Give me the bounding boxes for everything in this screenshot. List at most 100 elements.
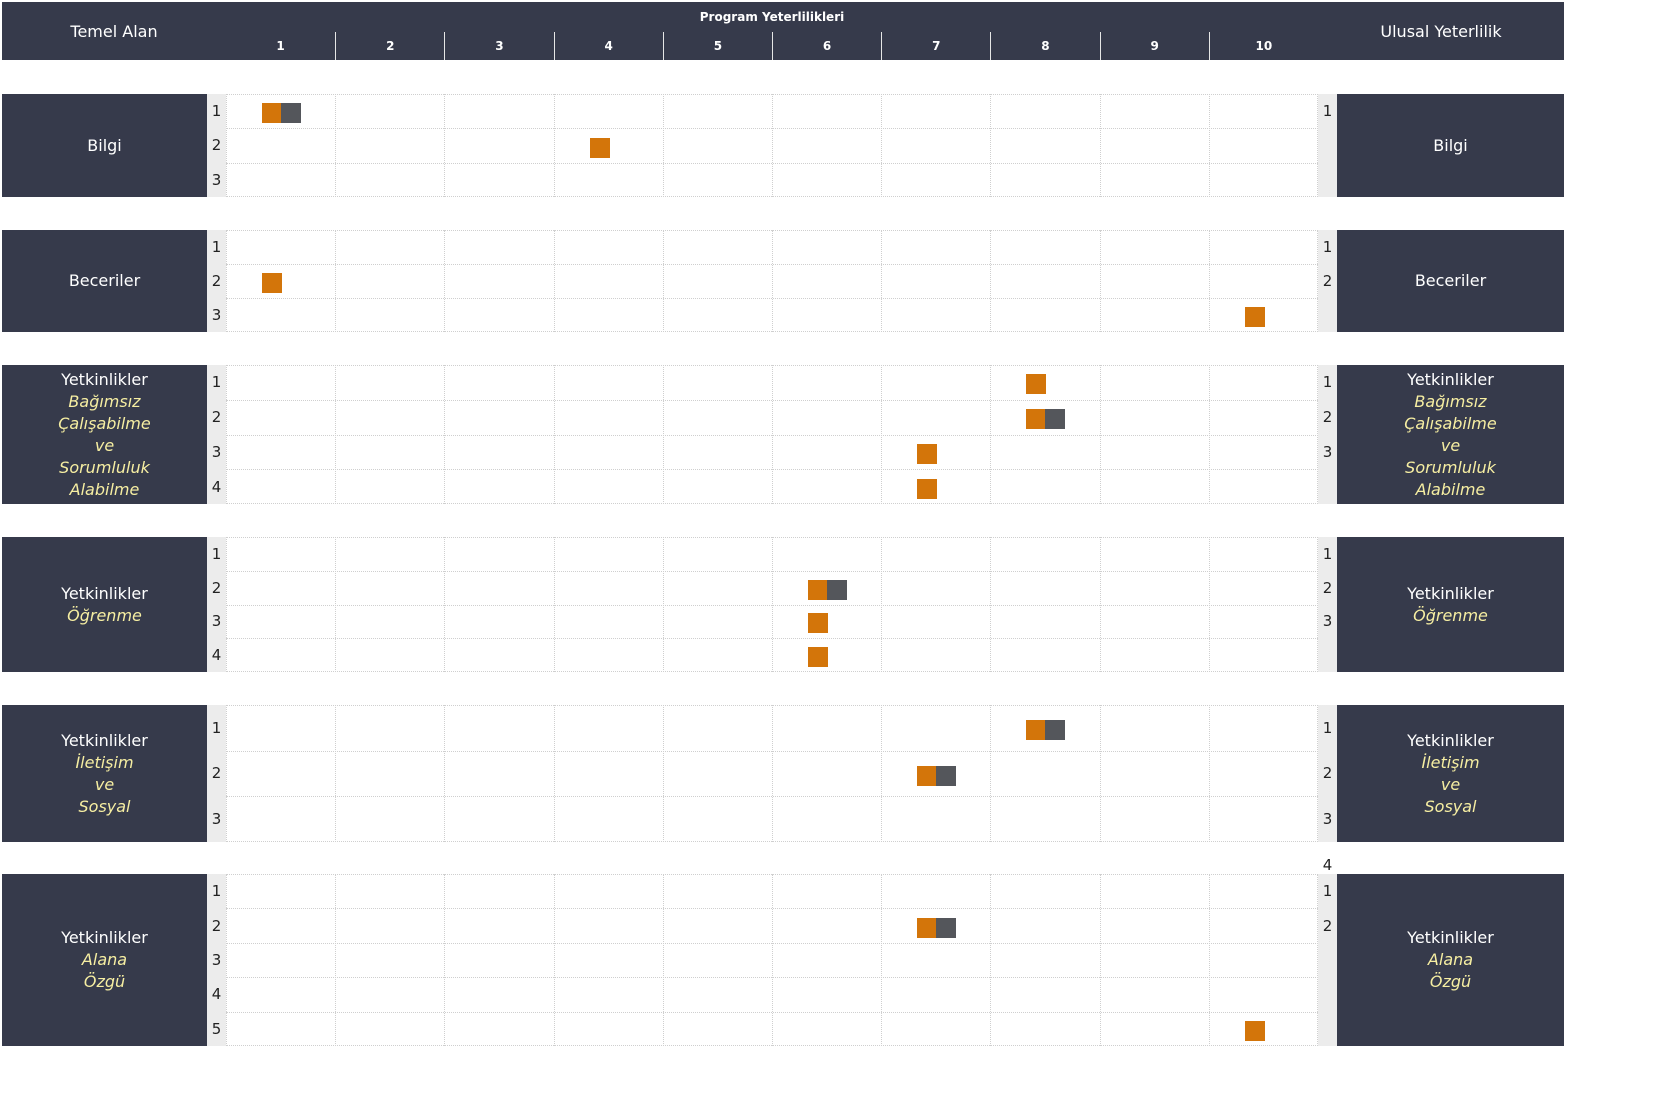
right-label-box: Yetkinlikler İletişim ve Sosyal xyxy=(1337,705,1564,842)
row-number: 2 xyxy=(211,408,222,427)
grid-vline xyxy=(335,230,337,332)
section-subtitle: Alabilme xyxy=(1415,479,1486,499)
section-title: Yetkinlikler xyxy=(1407,583,1494,603)
section-subtitle: ve xyxy=(1440,774,1461,794)
competency-matrix: Temel Alan Program Yeterlilikleri 123456… xyxy=(0,0,1660,1109)
section-subtitle: İletişim xyxy=(1421,752,1480,772)
right-label-box: Yetkinlikler Öğrenme xyxy=(1337,537,1564,672)
row-number: 3 xyxy=(211,612,222,631)
mapping-marker-primary xyxy=(917,917,938,938)
left-label-box: Beceriler xyxy=(2,230,207,332)
row-number: 1 xyxy=(1322,544,1333,563)
grid-hline xyxy=(226,264,1318,265)
grid-vline xyxy=(553,874,555,1046)
grid-vline xyxy=(772,705,773,842)
grid-hline xyxy=(226,874,1318,875)
row-number: 1 xyxy=(211,544,222,563)
left-label-box: Yetkinlikler Öğrenme xyxy=(2,537,207,672)
grid-vline xyxy=(881,705,883,842)
matrix-section: Yetkinlikler Öğrenme 1 2 3 4 1 2 3 Yetkinlikler Öğ… xyxy=(0,537,1660,672)
grid-vline xyxy=(226,705,227,842)
row-number: 3 xyxy=(211,810,222,829)
mapping-marker-primary xyxy=(1244,307,1265,327)
left-number-column: 1 2 3 xyxy=(207,230,226,332)
grid-vline xyxy=(772,230,773,332)
row-number: 2 xyxy=(1322,272,1333,290)
section-title: Yetkinlikler xyxy=(61,583,148,603)
row-number: 2 xyxy=(211,578,222,597)
row-number: 1 xyxy=(1322,373,1333,392)
grid-vline xyxy=(1208,94,1210,197)
right-number-column: 12 xyxy=(1318,874,1337,1046)
mapping-marker-primary xyxy=(917,443,938,464)
row-number: 2 xyxy=(211,136,222,155)
grid-hline xyxy=(226,570,1318,572)
mapping-marker-primary xyxy=(1026,719,1047,740)
matrix-grid xyxy=(226,94,1318,197)
mapping-marker-primary xyxy=(262,103,282,124)
row-number: 4 xyxy=(211,985,222,1004)
mapping-marker-primary xyxy=(1244,1020,1265,1041)
grid-vline xyxy=(335,874,337,1046)
matrix-section: Yetkinlikler Alana Özgü 1 2 3 4 5 1 2 Yetkinlikler… xyxy=(0,874,1660,1046)
left-label-box: Yetkinlikler İletişim ve Sosyal xyxy=(2,705,207,842)
matrix-grid xyxy=(226,230,1318,332)
grid-hline xyxy=(226,908,1318,910)
mapping-marker-secondary xyxy=(281,103,301,124)
grid-vline xyxy=(990,874,992,1046)
right-label-box: Bilgi xyxy=(1337,94,1564,197)
mapping-marker-primary xyxy=(917,765,938,786)
left-number-column: 1 2 3 4 xyxy=(207,537,226,672)
grid-hline xyxy=(226,841,1318,842)
row-number: 3 xyxy=(211,170,222,189)
grid-vline xyxy=(553,230,555,332)
grid-vline xyxy=(444,230,446,332)
section-title: Yetkinlikler xyxy=(1407,928,1494,947)
grid-hline xyxy=(226,230,1318,231)
section-subtitle: Alabilme xyxy=(69,479,140,499)
grid-vline xyxy=(662,705,664,842)
grid-hline xyxy=(226,162,1318,164)
mapping-marker-secondary xyxy=(1045,719,1066,740)
grid-hline xyxy=(226,671,1318,672)
right-label-box: Yetkinlikler Alana Özgü xyxy=(1337,874,1564,1046)
grid-vline xyxy=(772,94,773,197)
row-number: 3 xyxy=(1322,612,1333,631)
grid-vline xyxy=(881,230,883,332)
section-subtitle: Özgü xyxy=(1429,972,1472,991)
grid-vline xyxy=(1099,874,1101,1046)
grid-hline xyxy=(226,94,1318,95)
row-number: 4 xyxy=(211,646,222,665)
row-number: 2 xyxy=(211,764,222,783)
grid-hline xyxy=(226,750,1318,752)
grid-vline xyxy=(553,94,555,197)
grid-hline xyxy=(226,399,1318,401)
grid-hline xyxy=(226,705,1318,706)
row-number: 1 xyxy=(211,102,222,121)
mapping-marker-primary xyxy=(808,613,828,634)
right-number-column: 12 xyxy=(1318,230,1337,332)
row-number: 1 xyxy=(1322,882,1333,901)
grid-vline xyxy=(553,705,555,842)
section-subtitle: Alana xyxy=(81,950,128,969)
grid-hline xyxy=(226,1011,1318,1013)
section-title: Yetkinlikler xyxy=(61,369,148,389)
mapping-marker-secondary xyxy=(936,917,957,938)
mapping-marker-primary xyxy=(808,579,828,600)
row-number: 1 xyxy=(211,238,222,256)
mapping-marker-primary xyxy=(917,478,938,499)
grid-hline xyxy=(226,128,1318,130)
matrix-section: Yetkinlikler İletişim ve Sosyal 1 2 3 1 2 3 4 Yetki… xyxy=(0,705,1660,874)
matrix-section: Bilgi 1 2 3 1 Bilgi xyxy=(0,94,1660,197)
section-title: Beceriler xyxy=(1414,271,1487,290)
section-subtitle: Sorumluluk xyxy=(1405,457,1496,477)
section-subtitle: ve xyxy=(1440,435,1461,455)
grid-hline xyxy=(226,796,1318,798)
section-subtitle: ve xyxy=(94,435,115,455)
section-subtitle: Sosyal xyxy=(78,796,131,816)
right-number-column: 1 2 3 xyxy=(1318,537,1337,672)
right-label-box: Beceriler xyxy=(1337,230,1564,332)
grid-hline xyxy=(226,942,1318,944)
row-number: 1 xyxy=(211,718,222,737)
grid-vline xyxy=(772,874,773,1046)
